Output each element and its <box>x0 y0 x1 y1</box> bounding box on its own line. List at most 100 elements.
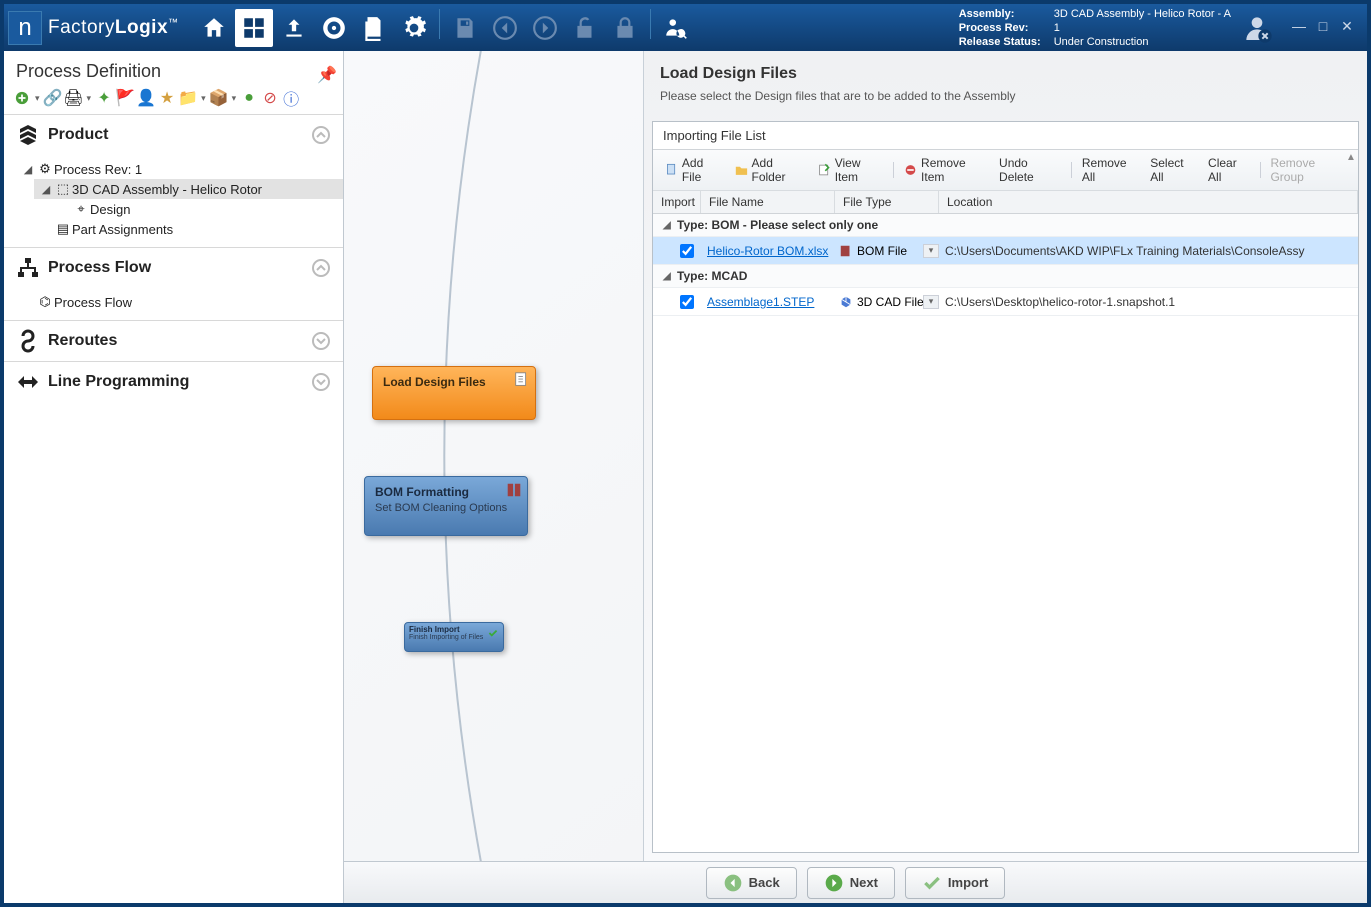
tree-node-parts[interactable]: ▤Part Assignments <box>34 219 343 239</box>
flow-icon <box>16 256 40 280</box>
section-lineprog-label: Line Programming <box>48 373 311 391</box>
wizard-card-bom[interactable]: BOM Formatting Set BOM Cleaning Options <box>364 476 528 536</box>
user-avatar[interactable] <box>1241 12 1273 44</box>
import-button[interactable]: Import <box>905 867 1005 899</box>
info-icon[interactable]: ⓘ <box>283 90 299 106</box>
cancel-icon[interactable]: ⊘ <box>262 90 278 106</box>
sidebar-title: Process Definition <box>16 61 161 82</box>
tree-node-rev[interactable]: ◢⚙Process Rev: 1 <box>16 159 343 179</box>
group-row-bom[interactable]: ◢Type: BOM - Please select only one <box>653 214 1358 237</box>
col-name[interactable]: File Name <box>701 191 835 213</box>
add-folder-button[interactable]: Add Folder <box>729 154 812 186</box>
canvas: Load Design Files BOM Formatting Set BOM… <box>344 51 1367 903</box>
grid-button[interactable] <box>235 9 273 47</box>
home-button[interactable] <box>195 9 233 47</box>
save-button[interactable] <box>446 9 484 47</box>
tree-node-design[interactable]: ⌖Design <box>52 199 343 219</box>
section-product[interactable]: Product <box>4 115 343 155</box>
design-icon: ⌖ <box>72 201 90 217</box>
remove-group-button: Remove Group <box>1264 154 1352 186</box>
import-checkbox[interactable] <box>680 244 694 258</box>
file-type-value: 3D CAD File <box>857 295 924 309</box>
pin-icon[interactable]: 📌 <box>317 65 331 79</box>
rev-value: 1 <box>1054 21 1060 35</box>
remove-icon <box>904 163 917 177</box>
app-logo: n FactoryLogix™ <box>4 11 189 45</box>
lineprog-icon <box>16 370 40 394</box>
ok-icon[interactable]: ● <box>241 90 257 106</box>
add-file-button[interactable]: Add File <box>659 154 729 186</box>
top-toolbar: n FactoryLogix™ Assembly:3D CAD Assembly… <box>4 4 1367 51</box>
undo-delete-button[interactable]: Undo Delete <box>993 154 1067 186</box>
section-flow[interactable]: Process Flow <box>4 248 343 288</box>
close-button[interactable]: ✕ <box>1341 20 1353 32</box>
col-location[interactable]: Location <box>939 191 1358 213</box>
grid-header: Import File Name File Type Location <box>653 191 1358 214</box>
data-row[interactable]: Assemblage1.STEP 3D CAD File▾ C:\Users\D… <box>653 288 1358 316</box>
cad-file-icon <box>839 295 853 309</box>
link-icon[interactable]: 🔗 <box>45 90 61 106</box>
scroll-up-icon[interactable]: ▲ <box>1346 152 1356 163</box>
col-import[interactable]: Import <box>653 191 701 213</box>
unlock-button[interactable] <box>566 9 604 47</box>
puzzle-icon[interactable]: ✦ <box>96 90 112 106</box>
back-button[interactable]: Back <box>706 867 797 899</box>
type-dropdown[interactable]: ▾ <box>923 244 939 258</box>
book-icon <box>505 481 523 499</box>
col-type[interactable]: File Type <box>835 191 939 213</box>
next-button[interactable]: Next <box>807 867 895 899</box>
wizard-card-finish[interactable]: Finish Import Finish Importing of Files <box>404 622 504 652</box>
tree-node-assembly[interactable]: ◢⬚3D CAD Assembly - Helico Rotor <box>34 179 343 199</box>
view-item-button[interactable]: View Item <box>812 154 889 186</box>
bom-file-icon <box>839 244 853 258</box>
section-reroutes[interactable]: Reroutes <box>4 321 343 361</box>
file-link[interactable]: Assemblage1.STEP <box>707 295 814 309</box>
lock-button[interactable] <box>606 9 644 47</box>
data-row[interactable]: Helico-Rotor BOM.xlsx BOM File▾ C:\Users… <box>653 237 1358 265</box>
section-flow-label: Process Flow <box>48 259 311 277</box>
chevron-up-icon <box>311 125 331 145</box>
group-row-mcad[interactable]: ◢Type: MCAD <box>653 265 1358 288</box>
view-icon <box>818 163 831 177</box>
select-all-button[interactable]: Select All <box>1144 154 1202 186</box>
wizard-card-load[interactable]: Load Design Files <box>372 366 536 420</box>
chevron-down-icon <box>311 372 331 392</box>
search-user-button[interactable] <box>657 9 695 47</box>
check-icon <box>487 627 499 639</box>
file-location: C:\Users\Documents\AKD WIP\FLx Training … <box>939 244 1358 258</box>
box-icon[interactable]: 📦 <box>211 90 227 106</box>
file-location: C:\Users\Desktop\helico-rotor-1.snapshot… <box>939 295 1358 309</box>
target-button[interactable] <box>315 9 353 47</box>
type-dropdown[interactable]: ▾ <box>923 295 939 309</box>
logo-mark: n <box>8 11 42 45</box>
import-checkbox[interactable] <box>680 295 694 309</box>
maximize-button[interactable]: □ <box>1317 20 1329 32</box>
context-info: Assembly:3D CAD Assembly - Helico Rotor … <box>949 5 1241 51</box>
wizard-nav: Back Next Import <box>344 861 1367 903</box>
star-icon[interactable]: ★ <box>159 90 175 106</box>
folder-icon <box>735 163 748 177</box>
flag-icon[interactable]: 🚩 <box>117 90 133 106</box>
person-icon[interactable]: 👤 <box>138 90 154 106</box>
gear-button[interactable] <box>395 9 433 47</box>
nav-back-button[interactable] <box>486 9 524 47</box>
tree-node-flow[interactable]: ⌬Process Flow <box>16 292 343 312</box>
file-link[interactable]: Helico-Rotor BOM.xlsx <box>707 244 828 258</box>
minimize-button[interactable]: — <box>1293 20 1305 32</box>
add-icon[interactable] <box>14 90 30 106</box>
sidebar-toolbar: ▾ 🔗 🖨 ▾ ✦ 🚩 👤 ★ 📁 ▾ 📦 ▾ ● ⊘ ⓘ <box>4 86 343 114</box>
list-icon: ▤ <box>54 221 72 237</box>
docs-button[interactable] <box>355 9 393 47</box>
assembly-value: 3D CAD Assembly - Helico Rotor - A <box>1054 7 1231 21</box>
clear-all-button[interactable]: Clear All <box>1202 154 1255 186</box>
product-icon <box>16 123 40 147</box>
folder-icon[interactable]: 📁 <box>180 90 196 106</box>
export-button[interactable] <box>275 9 313 47</box>
wizard-bom-sub: Set BOM Cleaning Options <box>375 502 517 514</box>
remove-item-button[interactable]: Remove Item <box>898 154 993 186</box>
nav-fwd-button[interactable] <box>526 9 564 47</box>
remove-all-button[interactable]: Remove All <box>1076 154 1144 186</box>
print-icon[interactable]: 🖨 <box>66 90 82 106</box>
section-lineprog[interactable]: Line Programming <box>4 362 343 402</box>
logo-text: FactoryLogix™ <box>48 17 179 39</box>
